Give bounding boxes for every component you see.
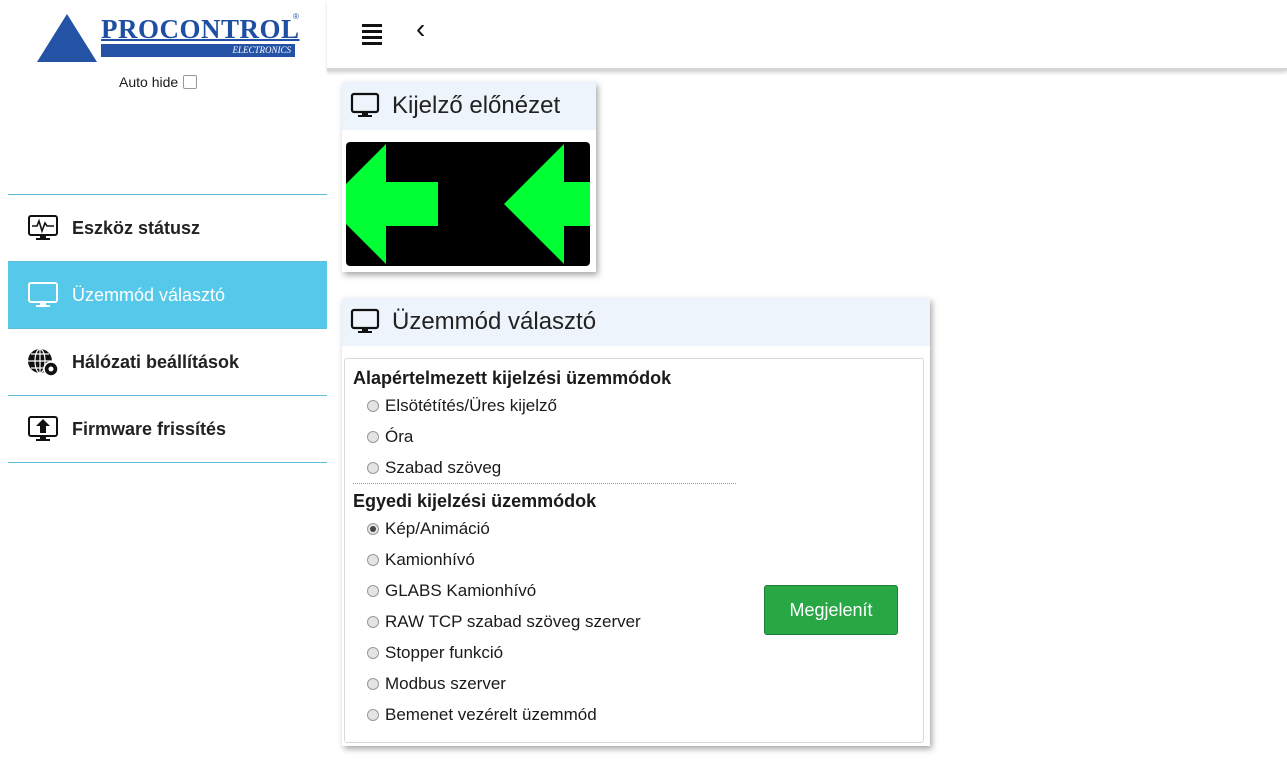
default-modes-heading: Alapértelmezett kijelzési üzemmódok [353,368,672,388]
globe-gear-icon [26,347,60,377]
sidebar-item-network-settings[interactable]: Hálózati beállítások [8,329,327,396]
radio-button[interactable] [367,677,379,690]
option-label: Bemenet vezérelt üzemmód [385,705,597,724]
mode-selector-panel: Üzemmód választó Alapértelmezett kijelzé… [342,298,930,746]
option-label: GLABS Kamionhívó [385,581,537,600]
panel-header: Kijelző előnézet [342,82,596,130]
sidebar-item-label: Firmware frissítés [72,418,227,439]
sidebar-item-label: Üzemmód választó [72,284,226,305]
logo-registered-mark: ® [293,12,299,21]
green-arrow-left [346,144,438,264]
hamburger-icon[interactable] [362,24,382,48]
logo-subtitle: ELECTRONICS [101,44,295,57]
show-button[interactable]: Megjelenít [764,585,898,635]
radio-option[interactable]: Kamionhívó [353,544,923,575]
sidebar-nav: Eszköz státusz Üzemmód választó Hálózati… [8,194,327,463]
radio-option[interactable]: Bemenet vezérelt üzemmód [353,699,923,730]
logo-brand: PROCONTROL [101,14,300,44]
sidebar-item-device-status[interactable]: Eszköz státusz [8,195,327,262]
monitor-icon [26,280,60,310]
radio-button[interactable] [367,708,379,721]
display-preview-screen [346,142,590,266]
option-label: Szabad szöveg [385,458,502,477]
auto-hide-checkbox[interactable] [183,75,198,89]
monitor-icon [350,308,380,336]
radio-button[interactable] [367,646,379,659]
sidebar: PROCONTROL ® ELECTRONICS Auto hide Eszkö… [0,0,327,769]
auto-hide-toggle[interactable]: Auto hide [119,74,198,90]
custom-modes-heading: Egyedi kijelzési üzemmódok [353,491,597,511]
green-arrow-right [504,144,590,264]
radio-option[interactable]: Modbus szerver [353,668,923,699]
radio-button[interactable] [367,461,379,474]
radio-option[interactable]: Kép/Animáció [353,513,923,544]
upload-monitor-icon [26,414,60,444]
option-label: Óra [385,427,414,446]
radio-option[interactable]: Óra [353,421,923,452]
top-bar: ‹ [327,0,1287,71]
sidebar-item-label: Hálózati beállítások [72,351,240,372]
radio-button[interactable] [367,584,379,597]
radio-option[interactable]: Szabad szöveg [353,452,923,483]
logo-triangle-icon [37,14,97,62]
option-label: Kép/Animáció [385,519,490,538]
monitor-pulse-icon [26,213,60,243]
radio-button[interactable] [367,522,379,535]
radio-option[interactable]: Elsötétítés/Üres kijelző [353,390,923,421]
option-label: Elsötétítés/Üres kijelző [385,396,557,415]
panel-title: Üzemmód választó [392,308,597,335]
sidebar-item-label: Eszköz státusz [72,217,201,238]
sidebar-item-firmware-update[interactable]: Firmware frissítés [8,396,327,463]
option-label: Modbus szerver [385,674,506,693]
group-divider [353,483,736,484]
monitor-icon [350,92,380,120]
radio-option[interactable]: Stopper funkció [353,637,923,668]
chevron-left-icon[interactable]: ‹ [416,13,425,45]
option-label: Stopper funkció [385,643,504,662]
display-preview-panel: Kijelző előnézet [342,82,596,272]
panel-title: Kijelző előnézet [392,92,561,119]
procontrol-logo: PROCONTROL ® ELECTRONICS [37,10,300,66]
radio-button[interactable] [367,399,379,412]
mode-options: Alapértelmezett kijelzési üzemmódok Elsö… [344,358,924,743]
radio-button[interactable] [367,615,379,628]
radio-button[interactable] [367,553,379,566]
option-label: Kamionhívó [385,550,475,569]
auto-hide-label: Auto hide [119,74,179,90]
option-label: RAW TCP szabad szöveg szerver [385,612,641,631]
panel-header: Üzemmód választó [342,298,930,346]
radio-button[interactable] [367,430,379,443]
sidebar-item-mode-selector[interactable]: Üzemmód választó [8,262,327,329]
